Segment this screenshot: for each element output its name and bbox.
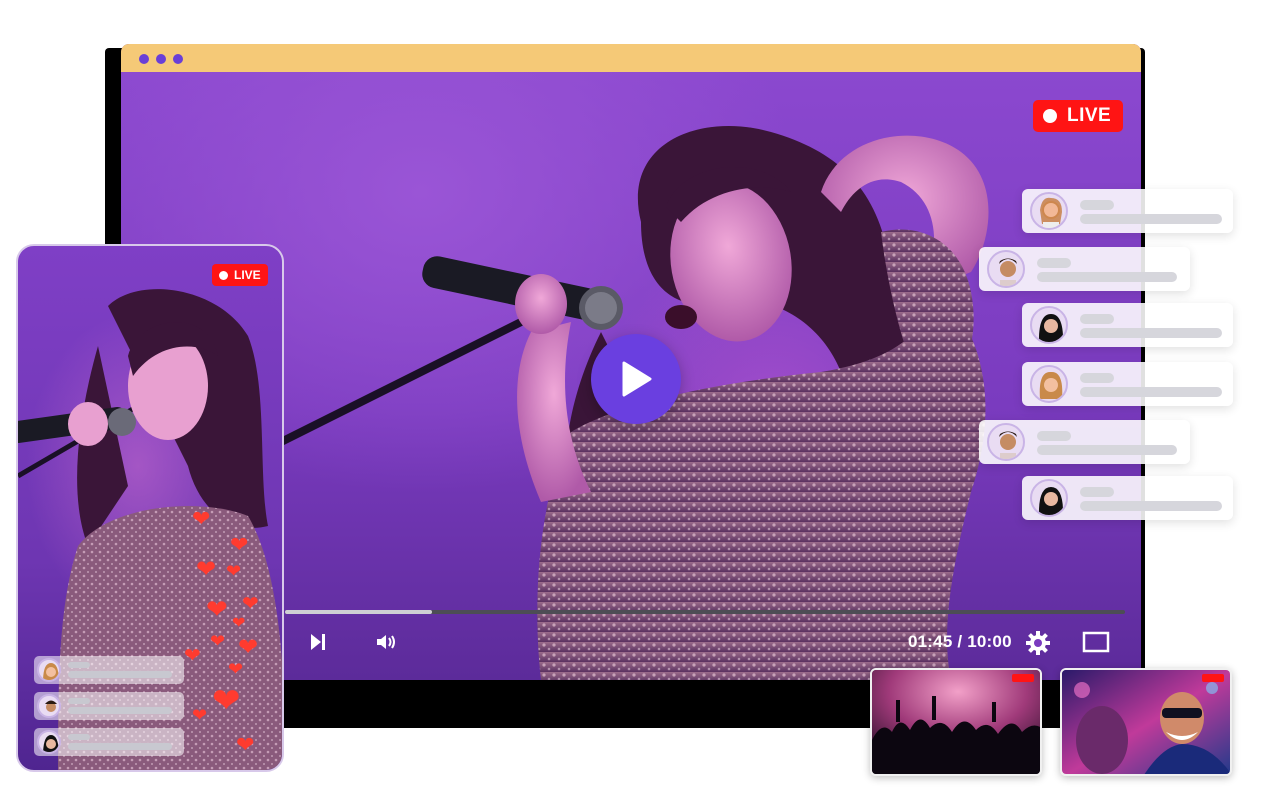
chat-message xyxy=(1022,476,1233,520)
window-dot[interactable] xyxy=(173,54,183,64)
play-icon xyxy=(622,361,652,397)
heart-icon: ❤ xyxy=(192,705,208,725)
chat-message xyxy=(979,420,1190,464)
message-line xyxy=(1080,387,1222,397)
heart-icon: ❤ xyxy=(196,556,217,583)
phone-preview[interactable]: LIVE ❤ ❤ ❤ ❤ ❤ ❤ ❤ ❤ ❤ ❤ ❤ ❤ ❤ ❤ xyxy=(16,244,284,772)
message-line xyxy=(1080,214,1222,224)
message-line xyxy=(68,707,172,714)
phone-live-label: LIVE xyxy=(234,268,261,282)
avatar xyxy=(1030,306,1068,344)
message-line xyxy=(1080,328,1222,338)
heart-icon: ❤ xyxy=(184,645,201,667)
chat-message xyxy=(979,247,1190,291)
record-dot-icon xyxy=(219,270,228,280)
heart-icon: ❤ xyxy=(242,593,259,615)
message-line xyxy=(1037,445,1177,455)
chat-message xyxy=(1022,362,1233,406)
message-line xyxy=(68,734,90,740)
settings-button[interactable] xyxy=(1025,630,1051,661)
time-display: 01:45 / 10:00 xyxy=(908,632,1012,651)
message-line xyxy=(1080,501,1222,511)
live-indicator xyxy=(1202,674,1224,682)
avatar xyxy=(1030,479,1068,517)
gear-icon xyxy=(1026,631,1050,655)
avatar xyxy=(37,730,61,754)
window-titlebar xyxy=(121,44,1141,72)
volume-button[interactable] xyxy=(375,632,399,657)
heart-icon: ❤ xyxy=(192,506,211,531)
chat-message xyxy=(1022,189,1233,233)
progress-bar[interactable] xyxy=(285,610,1125,614)
fullscreen-icon xyxy=(1082,631,1110,653)
play-button[interactable] xyxy=(591,334,681,424)
chat-message xyxy=(1022,303,1233,347)
fullscreen-button[interactable] xyxy=(1082,631,1110,658)
avatar xyxy=(1030,365,1068,403)
skip-next-icon xyxy=(311,634,325,650)
crowd-image xyxy=(872,670,1040,774)
heart-icon: ❤ xyxy=(236,732,255,757)
heart-icon: ❤ xyxy=(238,634,259,661)
message-line xyxy=(68,743,172,750)
avatar xyxy=(37,658,61,682)
message-line xyxy=(1037,431,1071,441)
heart-icon: ❤ xyxy=(228,659,244,679)
heart-icon: ❤ xyxy=(232,615,246,632)
phone-chat-message xyxy=(34,728,184,756)
avatar xyxy=(37,694,61,718)
phone-chat-message xyxy=(34,692,184,720)
message-line xyxy=(68,662,90,668)
progress-fill xyxy=(285,610,432,614)
live-badge: LIVE xyxy=(1033,100,1124,132)
message-line xyxy=(1080,314,1114,324)
heart-icon: ❤ xyxy=(206,594,228,624)
phone-chat-message xyxy=(34,656,184,684)
skip-next-button[interactable] xyxy=(309,632,327,657)
volume-icon xyxy=(377,635,395,649)
message-line xyxy=(1037,272,1177,282)
heart-icon: ❤ xyxy=(230,532,249,557)
heart-icon: ❤ xyxy=(212,682,241,720)
live-indicator xyxy=(1012,674,1034,682)
heart-icon: ❤ xyxy=(226,561,242,581)
stream-thumbnail-party[interactable] xyxy=(1060,668,1232,776)
message-line xyxy=(1080,487,1114,497)
message-line xyxy=(1080,200,1114,210)
party-image xyxy=(1062,670,1230,774)
window-dot[interactable] xyxy=(156,54,166,64)
message-line xyxy=(1037,258,1071,268)
message-line xyxy=(1080,373,1114,383)
stream-thumbnail-crowd[interactable] xyxy=(870,668,1042,776)
window-dot[interactable] xyxy=(139,54,149,64)
message-line xyxy=(68,698,90,704)
window-shadow-bottom xyxy=(284,680,870,728)
phone-live-badge: LIVE xyxy=(212,264,268,286)
avatar xyxy=(1030,192,1068,230)
avatar xyxy=(987,250,1025,288)
stage: LIVE 01:45 / 10:00 LIVE ❤ ❤ ❤ ❤ ❤ ❤ ❤ ❤ … xyxy=(0,0,1268,788)
record-dot-icon xyxy=(1043,109,1057,123)
avatar xyxy=(987,423,1025,461)
message-line xyxy=(68,671,172,678)
live-label: LIVE xyxy=(1067,105,1112,126)
heart-icon: ❤ xyxy=(210,631,226,651)
